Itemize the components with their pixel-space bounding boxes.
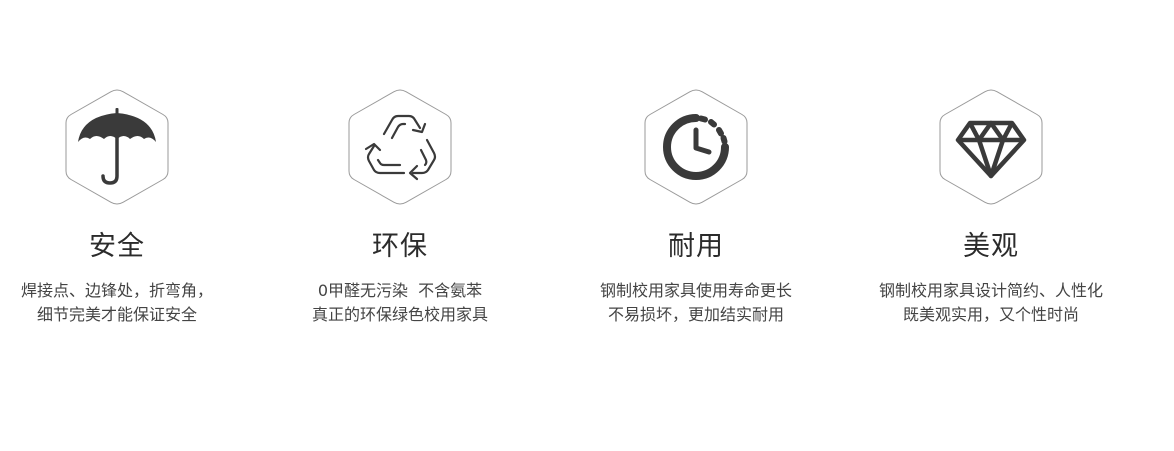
feature-title: 耐用 <box>668 231 724 262</box>
feature-title: 安全 <box>89 231 145 262</box>
feature-safety: 安全 焊接点、边锋处，折弯角， 细节完美才能保证安全 <box>0 88 257 327</box>
recycle-icon <box>348 89 452 205</box>
feature-description-line: 既美观实用，又个性时尚 <box>902 305 1079 324</box>
feature-description-line: 钢制校用家具设计简约、人性化 <box>878 281 1103 300</box>
feature-description-line: 真正的环保绿色校用家具 <box>311 305 488 324</box>
diamond-icon <box>939 89 1043 205</box>
feature-description-line: 焊接点、边锋处，折弯角， <box>20 281 213 300</box>
feature-durable: 耐用 钢制校用家具使用寿命更长 不易损坏，更加结实耐用 <box>556 88 836 327</box>
feature-description: 焊接点、边锋处，折弯角， 细节完美才能保证安全 <box>0 279 257 327</box>
feature-description-line: 钢制校用家具使用寿命更长 <box>599 281 792 300</box>
feature-eco: 环保 0甲醛无污染 不含氨苯 真正的环保绿色校用家具 <box>260 88 540 327</box>
feature-description: 0甲醛无污染 不含氨苯 真正的环保绿色校用家具 <box>260 279 540 327</box>
timer-icon <box>644 89 748 205</box>
feature-beautiful: 美观 钢制校用家具设计简约、人性化 既美观实用，又个性时尚 <box>851 88 1131 327</box>
feature-description-line: 0甲醛无污染 不含氨苯 <box>317 281 483 300</box>
feature-description: 钢制校用家具使用寿命更长 不易损坏，更加结实耐用 <box>556 279 836 327</box>
feature-description: 钢制校用家具设计简约、人性化 既美观实用，又个性时尚 <box>851 279 1131 327</box>
feature-title: 环保 <box>372 231 428 262</box>
umbrella-icon <box>65 89 169 205</box>
feature-title: 美观 <box>963 231 1019 262</box>
feature-description-line: 细节完美才能保证安全 <box>36 305 197 324</box>
feature-description-line: 不易损坏，更加结实耐用 <box>607 305 784 324</box>
